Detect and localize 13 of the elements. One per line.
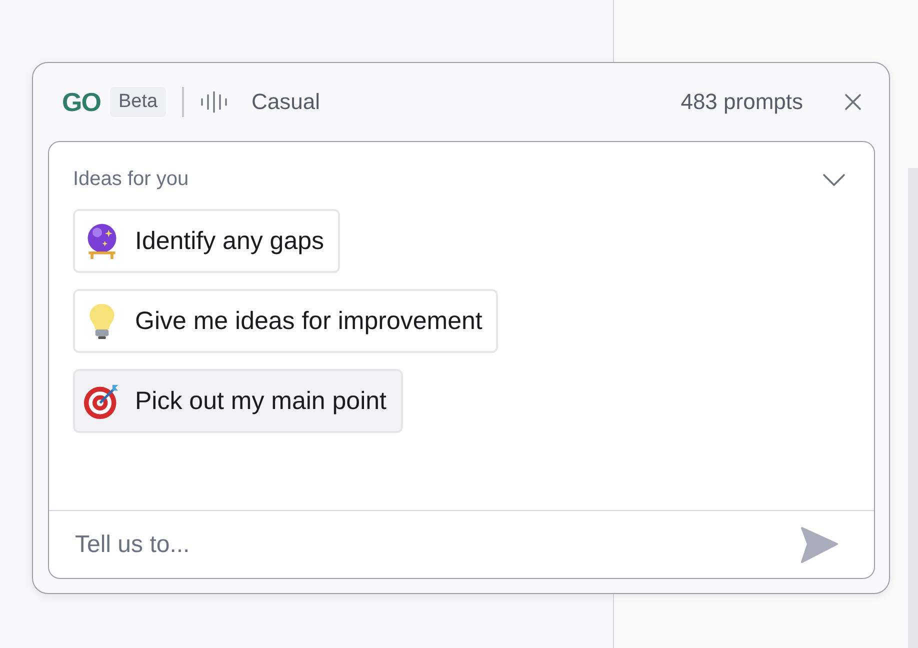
target-icon [83,382,121,420]
suggestion-button[interactable]: Give me ideas for improvement [73,289,498,353]
beta-badge: Beta [110,87,166,117]
tone-label[interactable]: Casual [252,89,320,115]
suggestion-button[interactable]: Pick out my main point [73,369,402,433]
prompt-input[interactable]: Tell us to... [73,530,800,560]
logo: GO [62,86,100,118]
section-title: Ideas for you [73,168,189,191]
suggestion-button[interactable]: Identify any gaps [73,209,340,273]
prompt-count: 483 prompts [680,89,803,115]
close-button[interactable] [843,92,863,112]
chevron-icon[interactable] [822,172,846,186]
sound-wave-icon[interactable] [200,91,228,113]
